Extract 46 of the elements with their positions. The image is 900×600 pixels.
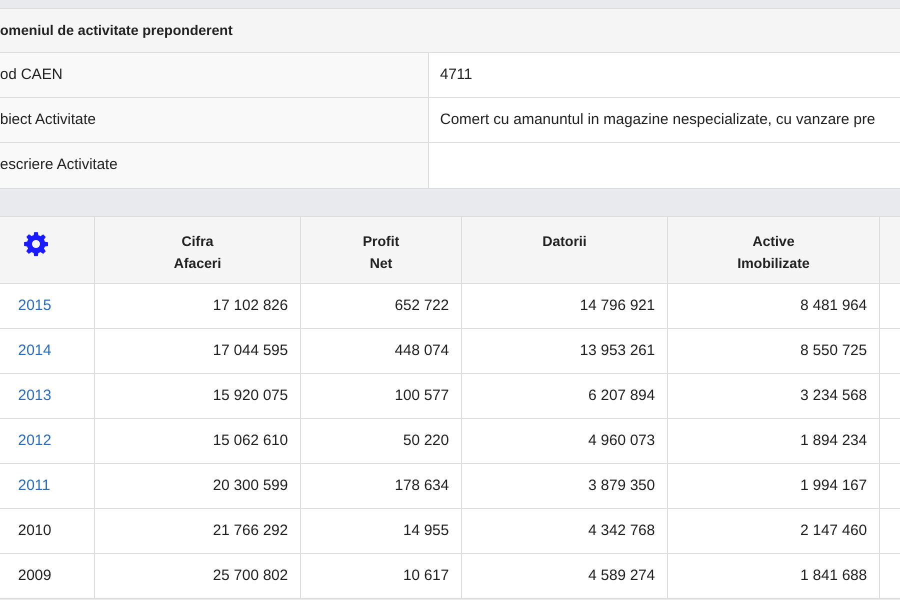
year-link[interactable]: 2011 — [18, 474, 50, 498]
table-cell-text: 4711 — [439, 64, 474, 85]
table-cell-text: 448 074 — [394, 340, 449, 361]
table-cell-text: 4 342 768 — [588, 520, 655, 541]
table-cell-text: 15 062 610 — [212, 430, 288, 451]
column-header: Cifra Afaceri — [174, 232, 222, 273]
table-cell-text: 3 234 568 — [800, 386, 867, 406]
table-cell-text: 14 796 921 — [580, 296, 655, 316]
table-cell-text: 25 700 802 — [212, 566, 288, 586]
table-cell-text: 20 300 599 — [212, 476, 288, 496]
table-cell-text: 1 994 167 — [800, 476, 867, 496]
table-cell-text: 10 617 — [403, 566, 449, 586]
section-header: omeniul de activitate preponderent — [0, 9, 900, 53]
table-cell-text: 21 766 292 — [212, 520, 288, 541]
year-link[interactable]: 2012 — [18, 430, 52, 452]
table-cell-text: 14 955 — [403, 520, 449, 541]
year-link[interactable]: 2013 — [18, 384, 52, 408]
table-cell-text: 6 207 894 — [588, 386, 655, 406]
table-cell: od CAEN — [0, 53, 429, 97]
table-cell-text: 3 879 350 — [588, 476, 655, 496]
table-cell-text: Comert cu amanuntul in magazine nespecializate, cu vanzare pre — [439, 110, 876, 130]
table-cell: biect Activitate — [0, 98, 429, 142]
table-cell-text: 1 894 234 — [800, 430, 867, 451]
table-cell-text: 1 841 688 — [800, 566, 867, 586]
table-cell-text: 652 722 — [394, 296, 449, 316]
year-cell-text: 2010 — [18, 520, 52, 541]
column-header: Datorii — [542, 232, 587, 251]
table-cell: escriere Activitate — [0, 143, 429, 188]
table-cell-text: 13 953 261 — [580, 340, 655, 361]
table-cell-text: 4 960 073 — [588, 430, 655, 451]
table-cell-text: 17 102 826 — [212, 296, 288, 316]
table-cell-text: 8 481 964 — [800, 296, 867, 316]
column-header: Profit Net — [362, 232, 400, 273]
table-cell-text: 178 634 — [394, 476, 449, 496]
table-cell-text: 15 920 075 — [212, 386, 288, 406]
column-header: Active Imobilizate — [737, 232, 810, 273]
settings-icon[interactable] — [23, 231, 49, 257]
table-cell-text: 4 589 274 — [588, 566, 655, 586]
year-cell-text: 2009 — [18, 566, 52, 586]
table-cell-text: 50 220 — [403, 430, 449, 451]
year-link[interactable]: 2015 — [18, 294, 52, 318]
table-cell-text: 17 044 595 — [212, 340, 288, 361]
table-cell-text: 8 550 725 — [800, 340, 867, 361]
table-cell-text: 2 147 460 — [800, 520, 867, 541]
table-cell-text: 100 577 — [394, 386, 449, 406]
year-link[interactable]: 2014 — [18, 340, 52, 362]
